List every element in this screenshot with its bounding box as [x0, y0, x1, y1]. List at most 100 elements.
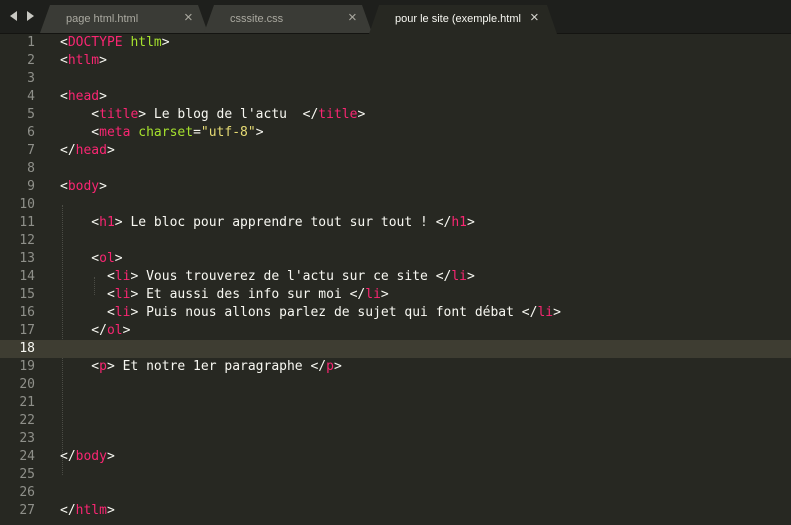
line-number: 17	[19, 323, 35, 338]
code-token: "utf-8"	[200, 125, 256, 140]
code-token: > Et notre 1er paragraphe </	[106, 359, 327, 374]
code-token: li	[114, 269, 131, 284]
code-line[interactable]: 15 <li> Et aussi des info sur moi </li>	[0, 286, 791, 304]
code-line[interactable]: 13 <ol>	[0, 250, 791, 268]
line-number: 19	[19, 359, 35, 374]
code-token: <	[60, 125, 100, 140]
code-token: <	[60, 287, 115, 302]
code-token: >	[106, 143, 115, 158]
code-token: p	[326, 359, 334, 374]
code-line[interactable]: 26	[0, 484, 791, 502]
tab-close-icon[interactable]: ×	[348, 10, 357, 26]
code-line[interactable]: 4 <head>	[0, 88, 791, 106]
line-number: 20	[19, 377, 35, 392]
code-text: </head>	[60, 142, 115, 160]
code-text: <meta charset="utf-8">	[60, 124, 263, 142]
code-line[interactable]: 21	[0, 394, 791, 412]
code-token: <	[60, 89, 68, 104]
code-token: >	[357, 107, 366, 122]
code-token: >	[553, 305, 561, 320]
code-token: </	[60, 449, 76, 464]
code-text: <li> Vous trouverez de l'actu sur ce sit…	[60, 268, 475, 286]
line-number: 13	[19, 251, 35, 266]
code-text: <ol>	[60, 250, 122, 268]
tab-nav-right-icon[interactable]	[27, 11, 34, 21]
code-line[interactable]: 20	[0, 376, 791, 394]
line-number: 12	[19, 233, 35, 248]
code-token: h1	[99, 215, 115, 230]
line-number: 16	[19, 305, 35, 320]
code-token: body	[67, 179, 100, 194]
line-number: 24	[19, 449, 35, 464]
code-token: h1	[451, 215, 467, 230]
code-line[interactable]: 8	[0, 160, 791, 178]
code-line[interactable]: 5 <title> Le blog de l'actu </title>	[0, 106, 791, 124]
code-token: <	[60, 305, 115, 320]
code-editor[interactable]: 1 <DOCTYPE htlm> 2 <htlm> 3 4 <head> 5 <title> …	[0, 34, 791, 525]
code-token: >	[99, 53, 107, 68]
code-line[interactable]: 11 <h1> Le bloc pour apprendre tout sur …	[0, 214, 791, 232]
code-token: <	[60, 179, 68, 194]
code-token: >	[99, 89, 107, 104]
code-text: <h1> Le bloc pour apprendre tout sur tou…	[60, 214, 475, 232]
code-token: <	[60, 251, 100, 266]
code-text: <htlm>	[60, 52, 107, 70]
code-token: ol	[99, 251, 115, 266]
code-token: head	[67, 89, 100, 104]
tab-csssite-css[interactable]: csssite.css ×	[204, 5, 372, 33]
code-token: > Le bloc pour apprendre tout sur tout !…	[114, 215, 452, 230]
tab-label: csssite.css	[230, 13, 284, 25]
tab-bar: page html.html × csssite.css × pour le s…	[0, 0, 791, 34]
code-line[interactable]: 25	[0, 466, 791, 484]
code-line[interactable]: 22	[0, 412, 791, 430]
code-text: </ol>	[60, 322, 130, 340]
line-number: 26	[19, 485, 35, 500]
code-line[interactable]: 18	[0, 340, 791, 358]
tab-close-icon[interactable]: ×	[184, 10, 193, 26]
line-number: 15	[19, 287, 35, 302]
line-number: 4	[27, 89, 35, 104]
line-number: 23	[19, 431, 35, 446]
code-line[interactable]: 3	[0, 70, 791, 88]
code-text: </body>	[60, 448, 115, 466]
tab-nav-arrows[interactable]	[8, 9, 38, 23]
code-token: >	[106, 449, 115, 464]
code-token: li	[537, 305, 554, 320]
code-token: > Le blog de l'actu </	[138, 107, 319, 122]
code-token: htlm	[67, 53, 100, 68]
code-line[interactable]: 19 <p> Et notre 1er paragraphe </p>	[0, 358, 791, 376]
code-token: title	[99, 107, 139, 122]
code-line[interactable]: 16 < li> Puis nous allons parlez de sujet…	[0, 304, 791, 322]
code-line[interactable]: 14 <li> Vous trouverez de l'actu sur ce …	[0, 268, 791, 286]
code-token: > Puis nous allons parlez de sujet qui f…	[130, 305, 538, 320]
code-text: </htlm>	[60, 502, 115, 520]
tab-page-html[interactable]: page html.html ×	[40, 5, 208, 33]
tab-nav-left-icon[interactable]	[10, 11, 17, 21]
line-number: 8	[27, 161, 35, 176]
code-token: body	[75, 449, 107, 464]
code-line[interactable]: 10	[0, 196, 791, 214]
code-line[interactable]: 23	[0, 430, 791, 448]
code-line[interactable]: 27 </htlm>	[0, 502, 791, 520]
code-line[interactable]: 17 </ol>	[0, 322, 791, 340]
code-line[interactable]: 6 <meta charset="utf-8">	[0, 124, 791, 142]
code-line[interactable]: 7 </head>	[0, 142, 791, 160]
code-token: p	[99, 359, 107, 374]
code-token: </	[60, 323, 107, 338]
code-line[interactable]: 12	[0, 232, 791, 250]
code-line[interactable]: 1 <DOCTYPE htlm>	[0, 34, 791, 52]
code-token: ol	[106, 323, 123, 338]
code-token: li	[365, 287, 381, 302]
line-number: 18	[19, 341, 35, 356]
line-number: 2	[27, 53, 35, 68]
code-line[interactable]: 9 <body>	[0, 178, 791, 196]
code-line[interactable]: 2 <htlm>	[0, 52, 791, 70]
code-token: <	[60, 215, 100, 230]
line-number: 5	[27, 107, 35, 122]
code-text: <p> Et notre 1er paragraphe </p>	[60, 358, 341, 376]
tab-close-icon[interactable]: ×	[530, 10, 539, 26]
code-line[interactable]: 24 </body>	[0, 448, 791, 466]
code-text: <head>	[60, 88, 107, 106]
tab-pour-le-site[interactable]: pour le site (exemple.html ×	[369, 5, 557, 34]
code-token: >	[161, 35, 170, 50]
